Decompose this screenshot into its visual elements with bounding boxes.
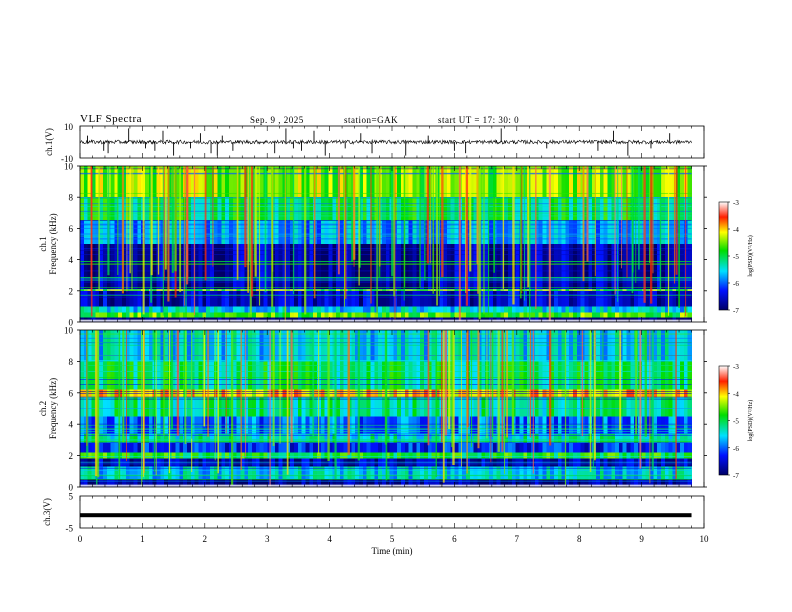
ch1-ytick-label: 2 bbox=[69, 286, 74, 296]
ch3-ytick-label: -5 bbox=[66, 524, 74, 534]
ch2-colorbar-tick-label: -5 bbox=[733, 418, 739, 426]
ch1-ytick-label: 10 bbox=[64, 162, 74, 172]
ch2-colorbar-label: log(PSD)(V²/Hz) bbox=[747, 400, 754, 441]
x-tick-label: 0 bbox=[78, 534, 83, 544]
ch2-ytick-label: 6 bbox=[69, 388, 74, 398]
ch3-ylabel: ch.3(V) bbox=[42, 498, 52, 526]
x-tick-label: 8 bbox=[577, 534, 582, 544]
ch1-colorbar bbox=[718, 201, 729, 311]
ch1-waveform-trace bbox=[79, 138, 692, 146]
x-tick-label: 3 bbox=[265, 534, 270, 544]
ch2-ytick-label: 10 bbox=[64, 326, 74, 336]
x-tick-label: 2 bbox=[203, 534, 208, 544]
ch1-ytick-label: 4 bbox=[69, 255, 74, 265]
ch2-channel-label: ch.2 bbox=[38, 401, 48, 416]
ch2-colorbar-tick-label: -7 bbox=[733, 472, 739, 480]
ch1-colorbar-tick-label: -6 bbox=[733, 280, 739, 288]
ch3-ytick-label: 5 bbox=[69, 492, 74, 502]
x-axis-label: Time (min) bbox=[372, 546, 413, 556]
ch2-ytick-label: 2 bbox=[69, 451, 74, 461]
ch1-colorbar-tick-label: -5 bbox=[733, 253, 739, 261]
ch1-ytick-label: 10 bbox=[64, 122, 74, 132]
ch2-colorbar bbox=[718, 365, 729, 476]
x-tick-label: 1 bbox=[140, 534, 145, 544]
ch1-colorbar-tick-label: -7 bbox=[733, 307, 739, 315]
ch1-colorbar-tick-label: -3 bbox=[733, 199, 739, 207]
ch2-ylabel: Frequency (kHz) bbox=[48, 378, 58, 439]
vlf-spectra-page: VLF Spectra Sep. 9 , 2025 station=GAK st… bbox=[0, 0, 792, 612]
ch1-ylabel: ch.1(V) bbox=[44, 128, 54, 156]
x-tick-label: 9 bbox=[639, 534, 644, 544]
x-tick-label: 5 bbox=[390, 534, 395, 544]
ch2-colorbar-tick-label: -6 bbox=[733, 445, 739, 453]
background-layer bbox=[80, 166, 692, 487]
ch2-colorbar-tick-label: -3 bbox=[733, 363, 739, 371]
ch1-colorbar-tick-label: -4 bbox=[733, 226, 739, 234]
ch2-ytick-label: 8 bbox=[69, 357, 74, 367]
ch1-ytick-label: 8 bbox=[69, 193, 74, 203]
x-tick-label: 4 bbox=[327, 534, 332, 544]
ch3-waveform-trace bbox=[80, 513, 692, 518]
ch1-ytick-label: 6 bbox=[69, 224, 74, 234]
x-tick-label: 10 bbox=[700, 534, 710, 544]
ch2-ytick-label: 4 bbox=[69, 420, 74, 430]
ch1-colorbar-label: log(PSD)(V²/Hz) bbox=[747, 235, 754, 276]
ch1-ylabel: Frequency (kHz) bbox=[48, 213, 58, 274]
x-tick-label: 6 bbox=[452, 534, 457, 544]
x-tick-label: 7 bbox=[515, 534, 520, 544]
ch1-channel-label: ch.1 bbox=[38, 236, 48, 251]
ch2-colorbar-tick-label: -4 bbox=[733, 390, 739, 398]
figure-canvas: 10-10ch.1(V)0246810ch.1 Frequency (kHz)-3… bbox=[38, 122, 754, 556]
